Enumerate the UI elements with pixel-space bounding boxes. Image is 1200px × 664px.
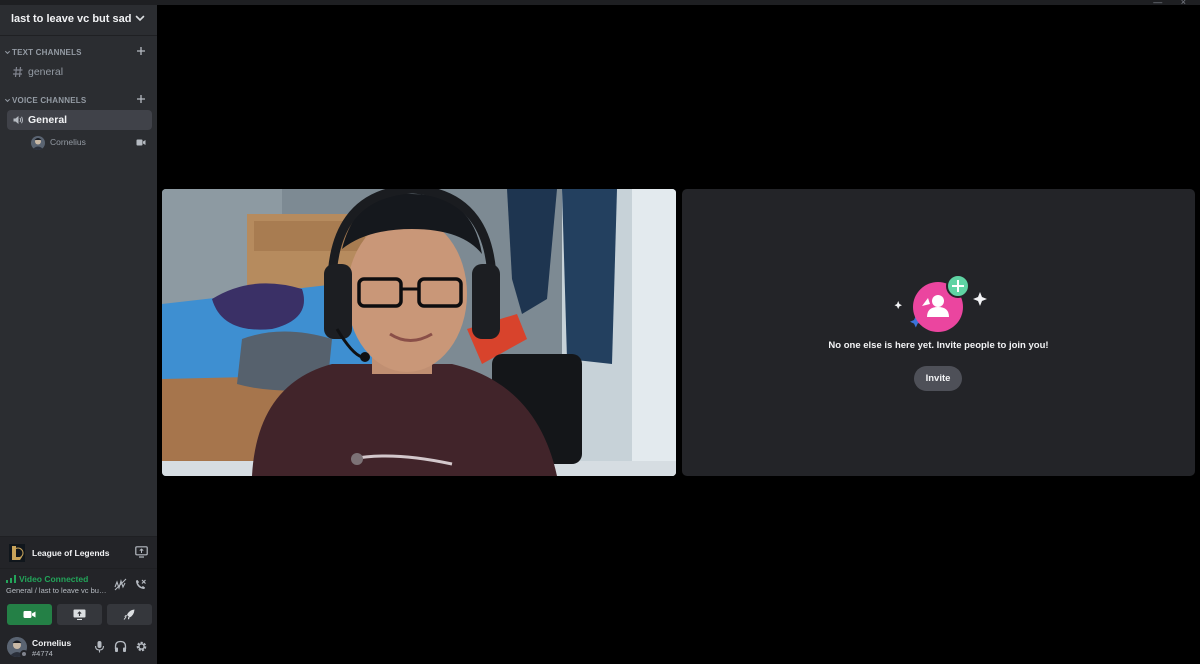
create-channel-plus-icon[interactable] <box>136 46 146 56</box>
noise-suppression-icon[interactable] <box>114 578 127 591</box>
activity-panel[interactable]: League of Legends <box>0 536 157 568</box>
category-label: TEXT CHANNELS <box>12 48 82 57</box>
category-text-channels[interactable]: TEXT CHANNELS <box>4 46 154 60</box>
invite-friends-illustration-icon <box>894 274 987 332</box>
status-indicator <box>20 650 28 658</box>
activities-button[interactable] <box>107 604 152 625</box>
server-header[interactable]: last to leave vc but sad <box>0 5 157 36</box>
microphone-icon[interactable] <box>93 640 106 653</box>
camera-toggle-button[interactable] <box>7 604 52 625</box>
video-tile-cornelius[interactable] <box>162 189 676 476</box>
category-voice-channels[interactable]: VOICE CHANNELS <box>4 94 154 108</box>
chevron-down-icon <box>4 98 11 103</box>
channel-name: General <box>28 114 68 126</box>
voice-member-name: Cornelius <box>50 137 86 147</box>
hashtag-icon <box>13 66 23 78</box>
channel-general-voice[interactable]: General <box>7 110 152 130</box>
signal-strength-icon[interactable] <box>6 575 16 583</box>
activity-game-name: League of Legends <box>32 548 110 558</box>
speaker-icon <box>13 116 23 124</box>
gear-icon[interactable] <box>135 640 148 653</box>
channel-general-text[interactable]: general <box>7 62 152 82</box>
channel-name: general <box>28 66 64 78</box>
voice-connection-panel: Video Connected General / last to leave … <box>0 568 157 629</box>
video-camera-icon <box>136 139 146 146</box>
screen-share-icon <box>73 609 86 620</box>
avatar <box>31 136 45 150</box>
rocket-icon <box>123 609 135 620</box>
voice-status-text[interactable]: Video Connected <box>19 574 88 584</box>
chevron-down-icon <box>4 50 11 55</box>
invite-button[interactable]: Invite <box>914 366 962 391</box>
video-camera-icon <box>23 611 36 618</box>
voice-member-cornelius[interactable]: Cornelius <box>31 136 151 150</box>
avatar[interactable] <box>7 637 28 658</box>
server-name: last to leave vc but sad <box>11 13 132 25</box>
create-channel-plus-icon[interactable] <box>136 94 146 104</box>
screen-share-icon[interactable] <box>135 546 148 558</box>
category-label: VOICE CHANNELS <box>12 96 87 105</box>
league-of-legends-icon <box>9 544 25 562</box>
user-tag: #4774 <box>32 649 53 658</box>
user-panel: Cornelius #4774 <box>0 629 157 664</box>
voice-location-text: General / last to leave vc but sad <box>6 586 108 595</box>
disconnect-icon[interactable] <box>134 578 147 591</box>
username[interactable]: Cornelius <box>32 638 71 648</box>
headphones-icon[interactable] <box>114 640 127 653</box>
empty-state-message: No one else is here yet. Invite people t… <box>828 340 1049 351</box>
channel-sidebar: last to leave vc but sad TEXT CHANNELS g… <box>0 5 157 664</box>
webcam-feed <box>162 189 676 476</box>
empty-participant-tile: No one else is here yet. Invite people t… <box>682 189 1195 476</box>
share-screen-button[interactable] <box>57 604 102 625</box>
chevron-down-icon <box>135 15 145 22</box>
